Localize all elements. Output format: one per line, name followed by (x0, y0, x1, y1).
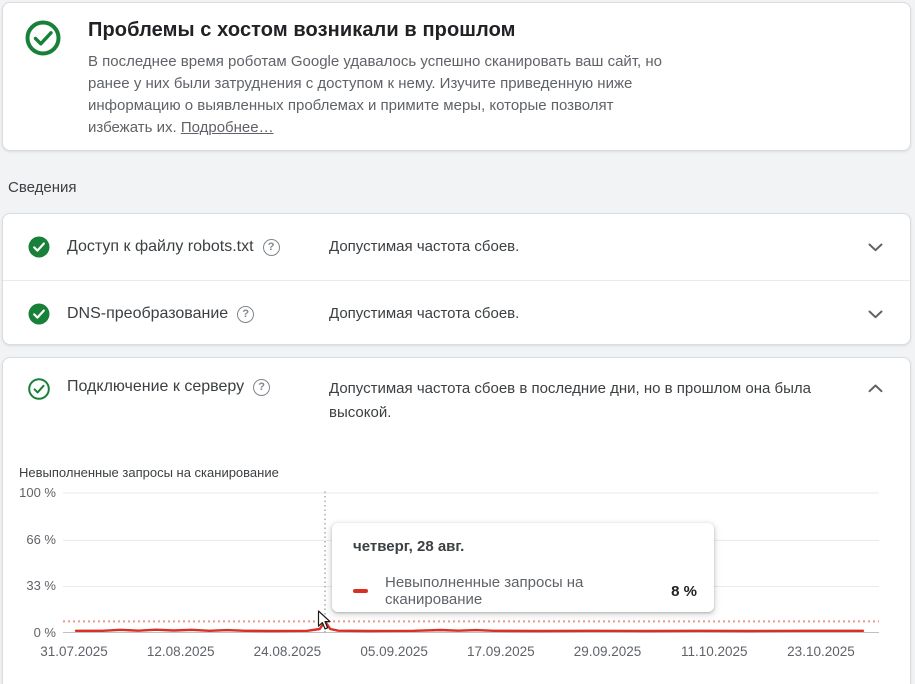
page-title: Проблемы с хостом возникали в прошлом (88, 19, 516, 41)
chevron-up-icon[interactable] (868, 384, 884, 393)
x-axis-tick-label: 29.09.2025 (573, 644, 642, 659)
server-connectivity-card: Подключение к серверу ? Допустимая часто… (2, 357, 911, 684)
row-status: Допустимая частота сбоев в последние дни… (329, 380, 811, 421)
mouse-cursor-icon (317, 610, 332, 636)
row-label: DNS-преобразование (67, 305, 229, 322)
success-check-filled-icon (28, 303, 50, 325)
help-icon[interactable]: ? (253, 378, 271, 396)
detail-row-server-connectivity[interactable]: Подключение к серверу ? Допустимая часто… (3, 358, 910, 425)
summary-description: В последнее время роботам Google удавало… (88, 51, 664, 139)
chevron-down-icon[interactable] (868, 310, 884, 319)
y-axis-tick-label: 66 % (26, 532, 56, 548)
chevron-down-icon[interactable] (868, 243, 884, 252)
learn-more-link[interactable]: Подробнее… (181, 119, 274, 136)
chart-title: Невыполненные запросы на сканирование (19, 465, 279, 480)
summary-description-text: В последнее время роботам Google удавало… (88, 53, 662, 136)
help-icon[interactable]: ? (262, 238, 280, 256)
x-axis-tick-label: 23.10.2025 (787, 644, 855, 659)
help-icon[interactable]: ? (237, 305, 255, 323)
x-axis-tick-label: 31.07.2025 (40, 644, 108, 659)
x-axis-tick-label: 12.08.2025 (146, 644, 215, 659)
y-axis-tick-label: 33 % (26, 578, 56, 594)
success-check-filled-icon (28, 236, 50, 258)
host-status-page: Проблемы с хостом возникали в прошлом В … (0, 0, 915, 684)
x-axis-tick-label: 17.09.2025 (467, 644, 535, 659)
detail-row-robots-txt[interactable]: Доступ к файлу robots.txt ? Допустимая ч… (3, 214, 910, 280)
tooltip-series-label: Невыполненные запросы на сканирование (385, 574, 584, 608)
x-axis-tick-label: 05.09.2025 (360, 644, 428, 659)
chart-tooltip: четверг, 28 авг. Невыполненные запросы н… (332, 523, 714, 612)
row-status: Допустимая частота сбоев. (329, 238, 520, 255)
success-check-outline-icon (28, 378, 50, 400)
series-legend-dash-icon (353, 588, 368, 594)
detail-row-dns[interactable]: DNS-преобразование ? Допустимая частота … (3, 281, 910, 347)
details-section-label: Сведения (8, 179, 77, 196)
x-axis-tick-label: 11.10.2025 (680, 644, 748, 659)
tooltip-date: четверг, 28 авг. (353, 538, 465, 555)
series-line (74, 620, 865, 633)
success-check-icon (24, 19, 62, 57)
crawl-failure-chart[interactable]: 100 % 66 % 33 % 0 % 31.07.2025 12.08.2025 24.… (3, 485, 912, 684)
x-axis-tick-label: 24.08.2025 (253, 644, 322, 659)
row-label: Доступ к файлу robots.txt (67, 238, 254, 255)
tooltip-series-row: Невыполненные запросы на сканирование 8 … (353, 574, 697, 608)
row-label: Подключение к серверу (67, 378, 245, 395)
tooltip-value: 8 % (671, 582, 697, 600)
y-axis-tick-label: 0 % (33, 624, 56, 640)
row-status: Допустимая частота сбоев. (329, 305, 520, 322)
summary-card: Проблемы с хостом возникали в прошлом В … (2, 2, 911, 151)
details-card: Доступ к файлу robots.txt ? Допустимая ч… (2, 213, 911, 345)
y-axis-tick-label: 100 % (19, 485, 56, 500)
